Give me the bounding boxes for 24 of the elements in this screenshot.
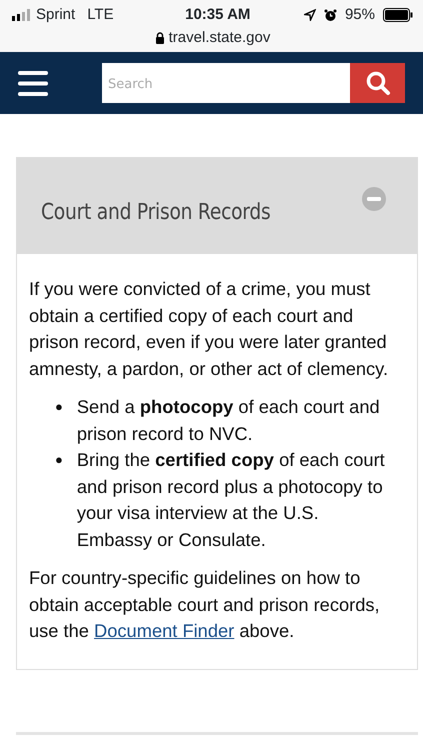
carrier-name: Sprint xyxy=(36,4,76,25)
bullet-marker: ● xyxy=(55,398,63,416)
network-type: LTE xyxy=(87,4,114,25)
collapse-toggle[interactable] xyxy=(361,186,387,212)
bullet-marker: ● xyxy=(55,451,63,469)
search-button[interactable] xyxy=(350,63,405,103)
alarm-clock-icon xyxy=(324,8,337,22)
clock-time: 10:35 AM xyxy=(185,4,250,25)
battery-percentage: 95% xyxy=(344,4,375,25)
battery-icon xyxy=(383,8,413,22)
document-finder-link[interactable]: Document Finder xyxy=(94,620,234,641)
lock-icon xyxy=(154,32,165,44)
signal-icon xyxy=(12,9,32,21)
page-url[interactable]: travel.state.gov xyxy=(168,26,270,50)
paragraph: If you were convicted of a crime, you must obtain a certified copy of each court and prison record, even if you were later granted amnesty, a pardon, or other act of clemency. xyxy=(29,277,390,381)
bullet-text: Send a photocopy of each court and prison record to NVC. xyxy=(76,395,381,446)
search-icon xyxy=(364,70,390,96)
bullet-text: Bring the certified copy of each court and prison record plus a photocopy to your visa interview at the U.S. Embassy or Consulate. xyxy=(76,448,386,552)
menu-icon[interactable] xyxy=(18,70,48,96)
paragraph: For country-specific guidelines on how to obtain acceptable court and prison records, use the Document Finder above. xyxy=(29,566,381,643)
search-field[interactable]: Search xyxy=(102,63,350,103)
location-arrow-icon xyxy=(304,9,316,21)
section-title: Court and Prison Records xyxy=(41,198,270,226)
accordion-header[interactable]: Court and Prison Records xyxy=(17,158,417,254)
